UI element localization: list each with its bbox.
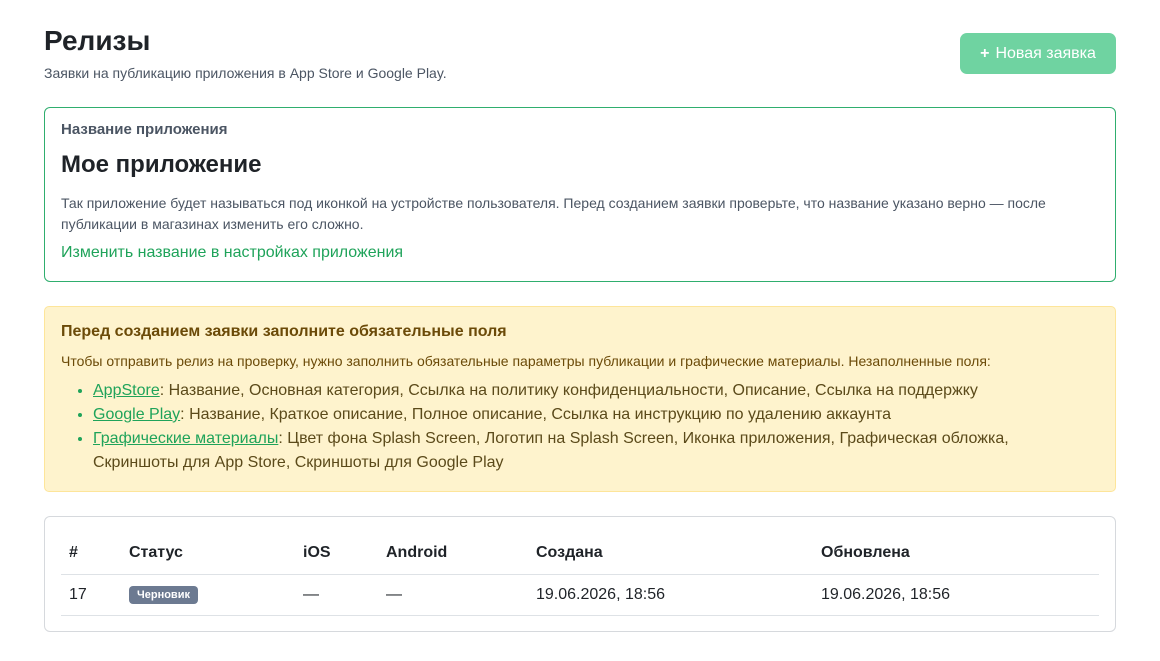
alert-description: Чтобы отправить релиз на проверку, нужно… [61, 353, 991, 369]
page-title: Релизы [44, 25, 151, 56]
column-header-created: Создана [528, 533, 813, 575]
plus-icon: + [980, 44, 990, 62]
app-name-card: Название приложения Мое приложение Так п… [44, 107, 1116, 282]
new-request-button-label: Новая заявка [995, 44, 1096, 62]
google-play-link[interactable]: Google Play [93, 406, 180, 423]
page-subtitle: Заявки на публикацию приложения в App St… [44, 65, 447, 81]
column-header-ios: iOS [295, 533, 378, 575]
status-badge: Черновик [129, 586, 198, 604]
change-name-link[interactable]: Изменить название в настройках приложени… [61, 244, 403, 262]
column-header-status: Статус [121, 533, 295, 575]
row-id: 17 [61, 574, 121, 616]
row-android: — [378, 574, 528, 616]
table-header-row: # Статус iOS Android Создана Обновлена [61, 533, 1099, 575]
list-item-google-play: Google Play: Название, Краткое описание,… [93, 403, 1093, 427]
list-item-graphics: Графические материалы: Цвет фона Splash … [93, 427, 1093, 475]
column-header-number: # [61, 533, 121, 575]
releases-page: Релизы Заявки на публикацию приложения в… [44, 0, 1116, 632]
appstore-link[interactable]: AppStore [93, 382, 160, 399]
required-fields-alert: Перед созданием заявки заполните обязате… [44, 306, 1116, 492]
releases-table: # Статус iOS Android Создана Обновлена 1… [61, 533, 1099, 616]
column-header-updated: Обновлена [813, 533, 1099, 575]
row-updated: 19.06.2026, 18:56 [813, 574, 1099, 616]
column-header-android: Android [378, 533, 528, 575]
app-name-value: Мое приложение [61, 151, 262, 178]
google-play-missing-fields: : Название, Краткое описание, Полное опи… [180, 406, 891, 423]
page-header: Релизы Заявки на публикацию приложения в… [44, 0, 1116, 107]
alert-title: Перед созданием заявки заполните обязате… [61, 323, 507, 340]
appstore-missing-fields: : Название, Основная категория, Ссылка н… [159, 382, 978, 399]
app-name-description: Так приложение будет называться под икон… [61, 195, 1046, 232]
list-item-appstore: AppStore: Название, Основная категория, … [93, 379, 1093, 403]
missing-fields-list: AppStore: Название, Основная категория, … [93, 379, 1093, 475]
row-ios: — [295, 574, 378, 616]
graphics-link[interactable]: Графические материалы [93, 430, 278, 447]
app-name-label: Название приложения [61, 121, 228, 138]
new-request-button[interactable]: + Новая заявка [960, 33, 1116, 74]
row-status-cell: Черновик [121, 574, 295, 616]
row-created: 19.06.2026, 18:56 [528, 574, 813, 616]
releases-table-card: # Статус iOS Android Создана Обновлена 1… [44, 516, 1116, 632]
table-row[interactable]: 17 Черновик — — 19.06.2026, 18:56 19.06.… [61, 574, 1099, 616]
